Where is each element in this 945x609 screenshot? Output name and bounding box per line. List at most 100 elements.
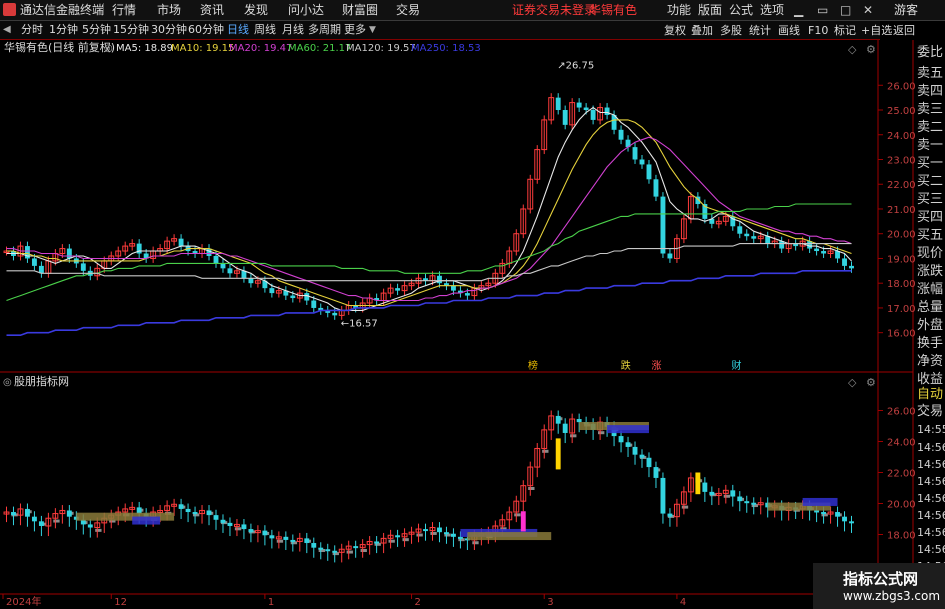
sub-candle-body	[129, 506, 136, 510]
sub-candle-body	[199, 509, 205, 515]
sub-candle-body	[437, 527, 442, 533]
diamond-icon[interactable]: ◇	[848, 43, 856, 57]
candle-body	[73, 258, 79, 264]
toolbar-复权[interactable]: 复权	[664, 24, 686, 38]
toolbar-画线[interactable]: 画线	[778, 24, 800, 38]
sub-candle-body	[338, 548, 345, 553]
tab-15分钟[interactable]: 15分钟	[113, 23, 149, 37]
menu-item-版面[interactable]: 版面	[698, 3, 722, 17]
event-marker: 跌	[621, 359, 631, 372]
candle-body	[338, 309, 345, 316]
menu-item-选项[interactable]: 选项	[760, 3, 784, 17]
candle-body	[653, 179, 659, 197]
toolbar-返回[interactable]: 返回	[893, 24, 915, 38]
candle-body	[618, 129, 624, 140]
tab-30分钟[interactable]: 30分钟	[151, 23, 187, 37]
tab-周线[interactable]: 周线	[254, 23, 276, 37]
candle-body	[80, 263, 86, 271]
candle-body	[478, 285, 485, 289]
sidebar-交易[interactable]: 交易	[917, 404, 943, 419]
legend-settings-icon[interactable]: ◎	[104, 43, 113, 54]
sub-candle-body	[66, 510, 72, 517]
candle-body	[199, 248, 205, 255]
settings-icon[interactable]: ⚙	[866, 43, 876, 57]
tab-更多[interactable]: 更多	[344, 23, 366, 37]
y-tick-label: 22.00	[887, 180, 916, 191]
candle-body	[17, 245, 24, 257]
toolbar-多股[interactable]: 多股	[720, 24, 742, 38]
settings-icon-small[interactable]: ⚙	[866, 376, 876, 390]
tab-月线[interactable]: 月线	[282, 23, 304, 37]
tick-time: 14:56	[917, 543, 945, 556]
y-tick-label: 24.00	[887, 131, 916, 142]
menu-item-资讯[interactable]: 资讯	[200, 3, 224, 17]
projection-mark	[542, 449, 549, 453]
sidebar-卖四: 卖四	[917, 84, 944, 99]
back-arrow-icon[interactable]: ◀	[3, 23, 11, 37]
menu-item-交易[interactable]: 交易	[396, 3, 420, 17]
tab-1分钟[interactable]: 1分钟	[49, 23, 78, 37]
candle-body	[444, 283, 449, 286]
guest-label[interactable]: 游客	[894, 3, 918, 17]
menu-item-功能[interactable]: 功能	[667, 3, 691, 17]
menu-item-公式[interactable]: 公式	[729, 3, 753, 17]
watermark-title: 指标公式网	[843, 570, 919, 588]
menu-item-行情[interactable]: 行情	[112, 3, 136, 17]
candle-body	[751, 236, 757, 239]
toolbar-add-watchlist[interactable]: +自选	[861, 24, 892, 38]
diamond-icon-small[interactable]: ◇	[848, 376, 856, 390]
sub-candle-body	[80, 519, 86, 525]
menu-item-财富圈[interactable]: 财富圈	[342, 3, 378, 17]
menu-item-问小达[interactable]: 问小达	[288, 3, 324, 17]
menu-item-发现[interactable]: 发现	[244, 3, 268, 17]
tick-time: 14:55	[917, 423, 945, 436]
y-tick-label: 19.00	[887, 254, 916, 265]
sidebar-总量: 总量	[917, 300, 944, 315]
candle-body	[625, 139, 631, 148]
candle-body	[779, 241, 785, 249]
sub-candle-body	[569, 418, 576, 434]
sidebar-自动[interactable]: 自动	[917, 387, 943, 402]
close-icon[interactable]: ✕	[863, 3, 873, 17]
candle-body	[548, 97, 555, 121]
menu-item-市场[interactable]: 市场	[157, 3, 181, 17]
y-tick-label: 18.00	[887, 279, 916, 290]
indicator-settings-icon[interactable]: ◎	[3, 377, 12, 388]
projection-mark	[360, 549, 367, 552]
sub-candle-body	[785, 506, 792, 511]
sub-candle-body	[423, 529, 428, 532]
tab-多周期[interactable]: 多周期	[308, 23, 341, 37]
maximize-icon[interactable]: □	[840, 3, 851, 17]
sub-candle-body	[157, 509, 164, 513]
projection-mark	[234, 527, 242, 531]
watermark: 指标公式网 www.zbgs3.com	[813, 563, 945, 609]
projection-mark	[667, 514, 675, 518]
toolbar-f10[interactable]: F10	[808, 24, 828, 38]
candle-body	[24, 246, 30, 259]
sub-candle-body	[765, 502, 771, 508]
chevron-down-icon[interactable]: ▼	[369, 23, 376, 37]
minimize-icon[interactable]: ▁	[794, 3, 803, 17]
sub-candle-body	[408, 531, 415, 535]
window-icon[interactable]: ▭	[817, 3, 828, 17]
ma250-label: MA250: 18.53	[411, 43, 481, 54]
tab-日线[interactable]: 日线	[227, 23, 249, 37]
candle-body	[722, 215, 729, 222]
sidebar-涨跌: 涨跌	[917, 264, 944, 279]
sub-candle-body	[709, 491, 715, 495]
toolbar-标记[interactable]: 标记	[834, 24, 856, 38]
tab-60分钟[interactable]: 60分钟	[188, 23, 224, 37]
login-notice[interactable]: 证券交易未登录	[512, 3, 596, 17]
kline-chart[interactable]: 华锡有色(日线 前复权) ◎ MA5: 18.89 MA10: 19.15 MA…	[0, 0, 945, 609]
candle-body	[290, 295, 296, 299]
projection-mark	[556, 417, 563, 421]
sub-candle-body	[296, 537, 303, 542]
candle-body	[254, 280, 261, 284]
tab-分时[interactable]: 分时	[21, 23, 43, 37]
sub-candle-body	[17, 508, 24, 516]
sub-candle-body	[757, 502, 764, 506]
tab-5分钟[interactable]: 5分钟	[82, 23, 111, 37]
toolbar-统计[interactable]: 统计	[749, 24, 771, 38]
toolbar-叠加[interactable]: 叠加	[691, 24, 713, 38]
candle-body	[332, 312, 338, 316]
